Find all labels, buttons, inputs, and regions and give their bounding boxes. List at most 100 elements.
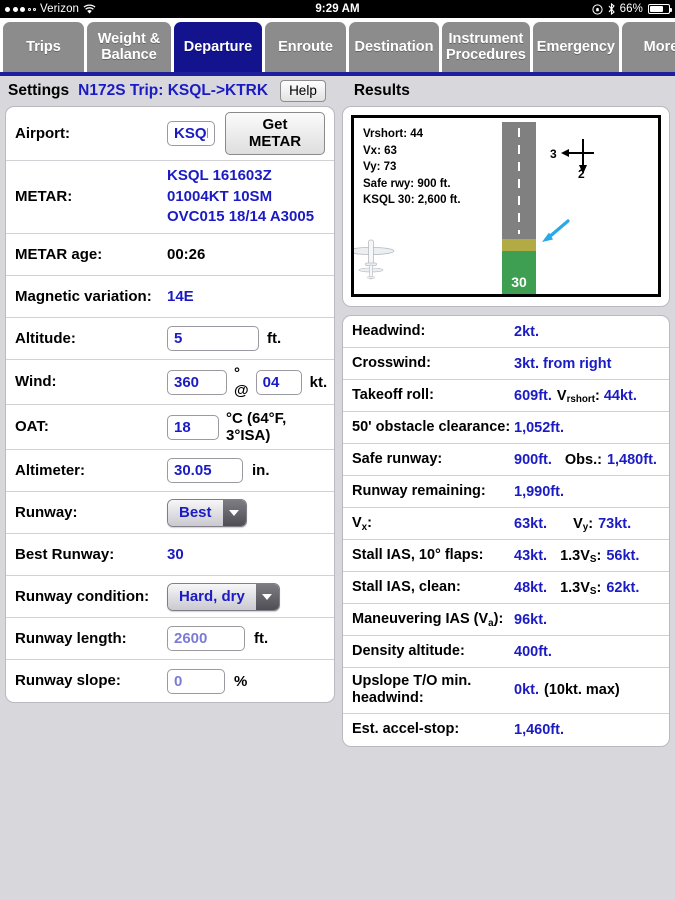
runway-slope-label: Runway slope: [15, 672, 121, 690]
row-runway-condition: Runway condition: Hard, dry [6, 576, 334, 619]
accel-stop-label: Est. accel-stop: [352, 721, 460, 738]
wind-speed-input[interactable] [255, 369, 302, 395]
wind-speed-unit: kt. [309, 373, 328, 391]
best-runway-value: 30 [167, 545, 184, 563]
runway-graphic: 30 [502, 122, 536, 294]
get-metar-button[interactable]: Get METAR [225, 112, 325, 155]
vx-vy-value: 63kt. Vy: 73kt. [514, 515, 632, 534]
airport-input[interactable] [167, 121, 215, 146]
runway-diagram-card: Vrshort: 44 Vx: 63 Vy: 73 Safe rwy: 900 … [342, 106, 670, 307]
stall-clean-label: Stall IAS, clean: [352, 578, 461, 595]
vx-label: Vx: [352, 514, 372, 533]
battery-icon [648, 4, 672, 14]
stall-flaps-13vs-value: 56kt. [606, 547, 640, 564]
diagram-info-line: Vrshort: 44 [363, 128, 424, 140]
metar-value: KSQL 161603Z 01004KT 10SM OVC015 18/14 A… [167, 167, 315, 226]
maneuvering-ias-label: Maneuvering IAS (Va): [352, 610, 504, 629]
runway-centerline [518, 128, 520, 234]
runway-remaining-label: Runway remaining: [352, 482, 486, 499]
runway-select[interactable]: Best [167, 498, 247, 527]
wind-direction-input[interactable] [167, 369, 227, 395]
result-row-runway-remaining: Runway remaining: 1,990ft. [343, 476, 669, 508]
oat-input[interactable] [167, 414, 219, 440]
results-table: Headwind: 2kt. Crosswind: 3kt. from righ… [342, 315, 670, 747]
rotation-point-arrow-icon [542, 219, 570, 242]
upslope-headwind-label: Upslope T/O min. headwind: [352, 673, 472, 707]
vrshort-value: 44kt. [603, 387, 637, 404]
altitude-label: Altitude: [15, 329, 76, 347]
safe-runway-label: Safe runway: [352, 450, 443, 467]
runway-condition-value: Hard, dry [168, 583, 256, 610]
density-altitude-value: 400ft. [514, 643, 552, 660]
row-magnetic-variation: Magnetic variation: 14E [6, 276, 334, 319]
runway-slope-input[interactable] [167, 668, 225, 694]
altimeter-unit: in. [252, 462, 270, 480]
wind-component-indicator: 3 2 [550, 134, 608, 182]
oat-unit: °C (64°F, 3°ISA) [226, 410, 287, 445]
headwind-label: Headwind: [352, 322, 426, 339]
stall-clean-speed: 48kt. [514, 579, 548, 596]
results-header-label: Results [353, 82, 410, 99]
settings-header-label: Settings [8, 82, 70, 99]
upslope-headwind-max: (10kt. max) [544, 682, 620, 699]
row-runway-slope: Runway slope: % [6, 660, 334, 702]
diagram-info-line: KSQL 30: 2,600 ft. [363, 194, 461, 207]
wind-label: Wind: [15, 373, 57, 391]
altimeter-label: Altimeter: [15, 461, 86, 479]
aircraft-start-icon [358, 264, 384, 280]
oat-label: OAT: [15, 418, 49, 436]
tab-trips[interactable]: Trips [3, 22, 84, 72]
result-row-accel-stop: Est. accel-stop: 1,460ft. [343, 714, 669, 746]
obstacle-clearance-value: 1,052ft. [514, 419, 564, 436]
row-altitude: Altitude: ft. [6, 318, 334, 361]
carrier-label: Verizon [40, 3, 80, 15]
tab-departure[interactable]: Departure [174, 22, 262, 72]
result-row-safe-runway: Safe runway: 900ft. Obs.: 1,480ft. [343, 444, 669, 476]
accel-stop-value: 1,460ft. [514, 721, 564, 738]
altitude-input[interactable] [167, 326, 259, 352]
result-row-takeoff-roll: Takeoff roll: 609ft. Vrshort: 44kt. [343, 380, 669, 412]
clock-label: 9:29 AM [315, 3, 360, 15]
result-row-headwind: Headwind: 2kt. [343, 316, 669, 348]
result-row-upslope-headwind: Upslope T/O min. headwind: 0kt. (10kt. m… [343, 668, 669, 714]
bluetooth-icon [608, 3, 615, 15]
wind-cross-arrows-icon [561, 139, 594, 174]
tab-destination[interactable]: Destination [349, 22, 439, 72]
takeoff-roll-label: Takeoff roll: [352, 386, 434, 403]
result-row-maneuvering-ias: Maneuvering IAS (Va): 96kt. [343, 604, 669, 636]
crosswind-value: 3kt. from right [514, 355, 612, 372]
tab-instrument-procedures[interactable]: Instrument Procedures [442, 22, 530, 72]
main-tab-bar[interactable]: Trips Weight & Balance Departure Enroute… [0, 18, 675, 76]
safe-runway-obstacle-label: Obs.: [564, 451, 602, 468]
result-row-stall-clean: Stall IAS, clean: 48kt. 1.3VS: 62kt. [343, 572, 669, 604]
runway-condition-select[interactable]: Hard, dry [167, 582, 280, 611]
vy-value: 73kt. [598, 515, 632, 532]
runway-select-value: Best [168, 499, 223, 526]
diagram-speeds-info: Vrshort: 44 Vx: 63 Vy: 73 Safe rwy: 900 … [363, 126, 461, 209]
tab-emergency[interactable]: Emergency [532, 22, 619, 72]
result-row-obstacle-clearance: 50' obstacle clearance: 1,052ft. [343, 412, 669, 444]
altitude-unit: ft. [267, 330, 282, 348]
status-bar-left: Verizon [5, 3, 96, 15]
row-airport: Airport: Get METAR [6, 107, 334, 161]
tab-weight-balance[interactable]: Weight & Balance [87, 22, 171, 72]
help-button[interactable]: Help [280, 80, 326, 102]
settings-card: Airport: Get METAR METAR: KSQL 161603Z 0… [5, 106, 335, 704]
diagram-info-line: Safe rwy: 900 ft. [363, 177, 451, 190]
stall-clean-value: 48kt. 1.3VS: 62kt. [514, 579, 639, 598]
runway-length-input[interactable] [167, 626, 245, 652]
tab-enroute[interactable]: Enroute [265, 22, 346, 72]
chevron-down-icon [222, 499, 246, 526]
runway-displaced-threshold [502, 239, 536, 251]
altimeter-input[interactable] [167, 458, 243, 484]
crosswind-label: Crosswind: [352, 354, 431, 371]
stall-clean-13vs-label: 1.3VS: [560, 579, 602, 598]
runway-label: Runway: [15, 503, 78, 521]
diagram-info-line: Vy: 73 [363, 161, 397, 174]
maneuvering-ias-value: 96kt. [514, 611, 548, 628]
status-bar-right: 66% [592, 3, 672, 15]
runway-condition-label: Runway condition: [15, 587, 150, 605]
takeoff-roll-distance: 609ft. [514, 387, 552, 404]
tab-more[interactable]: More [621, 22, 675, 72]
upslope-headwind-value: 0kt. (10kt. max) [514, 682, 620, 698]
